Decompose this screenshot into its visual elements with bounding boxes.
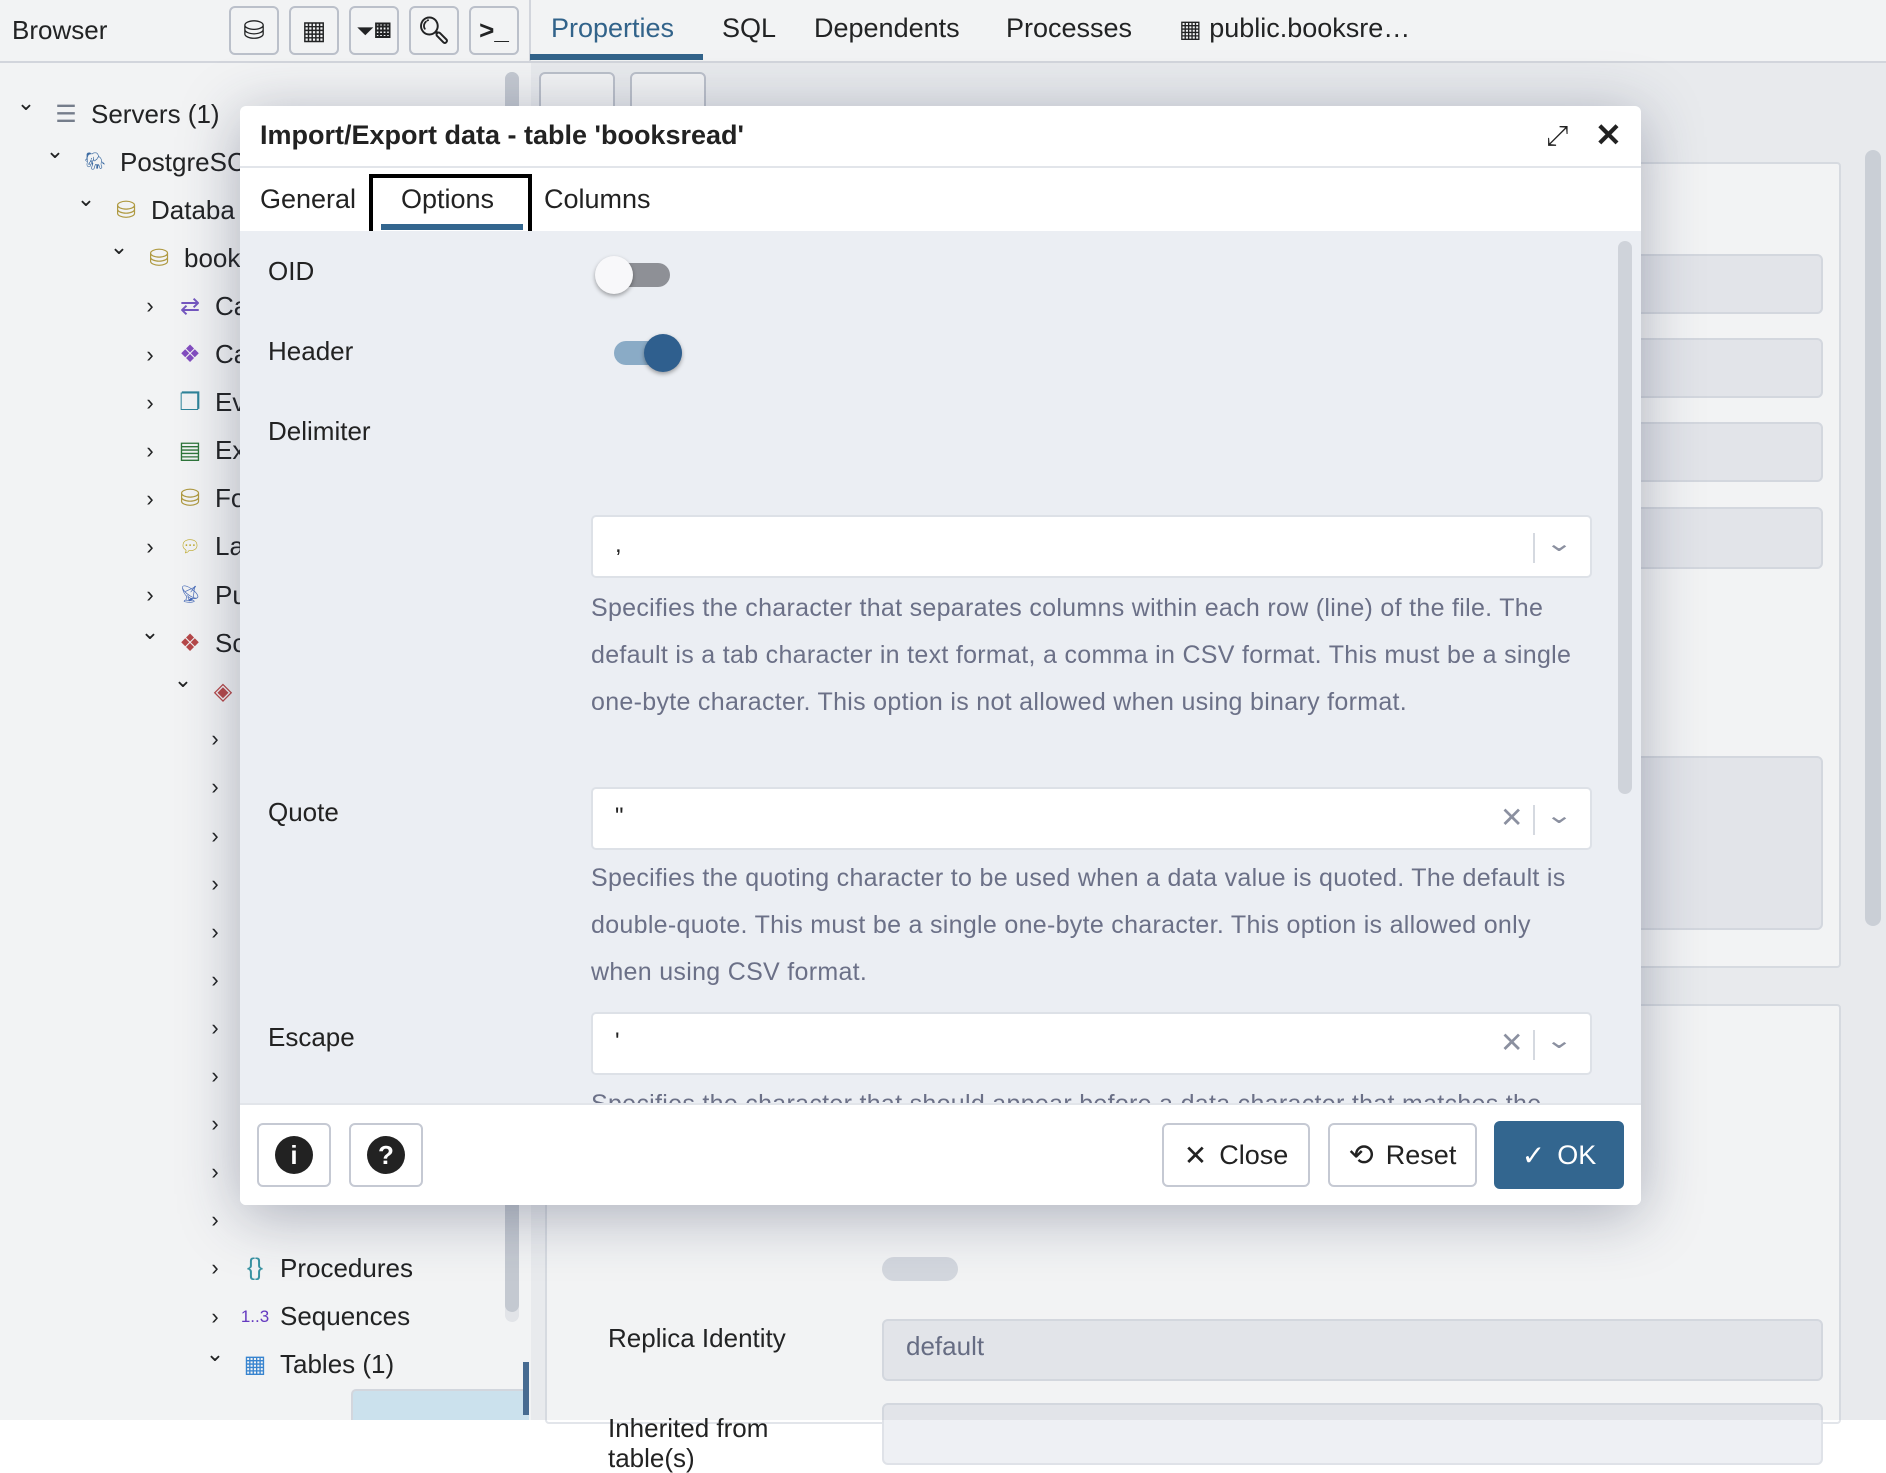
escape-label: Escape	[268, 1022, 355, 1052]
quote-help: Specifies the quoting character to be us…	[591, 864, 1566, 986]
delimiter-label: Delimiter	[268, 416, 371, 446]
reset-icon: ⟲	[1348, 1138, 1374, 1172]
info-button[interactable]: i	[257, 1123, 331, 1187]
toggle-knob	[595, 256, 633, 294]
inherited-from-label: Inherited from table(s)	[608, 1413, 769, 1473]
toggle-knob	[644, 334, 682, 372]
close-button[interactable]: ✕ Close	[1162, 1123, 1310, 1187]
close-label: Close	[1219, 1139, 1289, 1170]
reset-button[interactable]: ⟲ Reset	[1328, 1123, 1477, 1187]
ok-button[interactable]: ✓ OK	[1494, 1121, 1624, 1189]
chevron-down-icon[interactable]: ⌄	[1545, 801, 1573, 830]
dialog-title-bar[interactable]: Import/Export data - table 'booksread' ⤢…	[240, 106, 1641, 168]
tab-general[interactable]: General	[260, 184, 356, 215]
close-icon: ✕	[1183, 1139, 1208, 1171]
tab-options[interactable]: Options	[401, 184, 494, 215]
select-separator	[1533, 805, 1535, 835]
help-icon: ?	[367, 1136, 405, 1174]
info-icon: i	[275, 1136, 313, 1174]
active-tab-indicator	[381, 224, 523, 230]
dialog-title: Import/Export data - table 'booksread'	[260, 120, 744, 150]
quote-select[interactable]: " ✕ ⌄	[591, 787, 1592, 850]
delimiter-select[interactable]: , ⌄	[591, 515, 1592, 578]
import-export-dialog: Import/Export data - table 'booksread' ⤢…	[240, 106, 1641, 1205]
delimiter-value: ,	[615, 531, 622, 558]
reset-label: Reset	[1385, 1139, 1457, 1170]
chevron-down-icon[interactable]: ⌄	[1545, 529, 1573, 558]
clear-icon[interactable]: ✕	[1500, 801, 1523, 834]
header-toggle[interactable]	[612, 331, 692, 375]
ok-label: OK	[1557, 1139, 1597, 1170]
oid-label: OID	[268, 256, 315, 286]
select-separator	[1533, 533, 1535, 563]
select-separator	[1533, 1030, 1535, 1060]
escape-select[interactable]: ' ✕ ⌄	[591, 1012, 1592, 1075]
header-label: Header	[268, 336, 354, 366]
tab-columns[interactable]: Columns	[544, 184, 651, 215]
help-button[interactable]: ?	[349, 1123, 423, 1187]
check-icon: ✓	[1521, 1139, 1546, 1171]
close-icon[interactable]: ✕	[1595, 116, 1622, 154]
clear-icon[interactable]: ✕	[1500, 1026, 1523, 1059]
dialog-footer: i ? ✕ Close ⟲ Reset ✓ OK	[240, 1103, 1641, 1205]
quote-label: Quote	[268, 797, 339, 827]
oid-toggle[interactable]	[595, 253, 675, 297]
delimiter-help: Specifies the character that separates c…	[591, 594, 1572, 716]
escape-value: '	[615, 1028, 620, 1055]
maximize-icon[interactable]: ⤢	[1546, 120, 1568, 153]
chevron-down-icon[interactable]: ⌄	[1545, 1026, 1573, 1055]
dialog-scrollbar[interactable]	[1618, 241, 1632, 794]
escape-help: Specifies the character that should appe…	[591, 1081, 1591, 1103]
quote-value: "	[615, 803, 624, 830]
dialog-body: OID Header Delimiter , ⌄ Specifies the c…	[240, 231, 1641, 1103]
